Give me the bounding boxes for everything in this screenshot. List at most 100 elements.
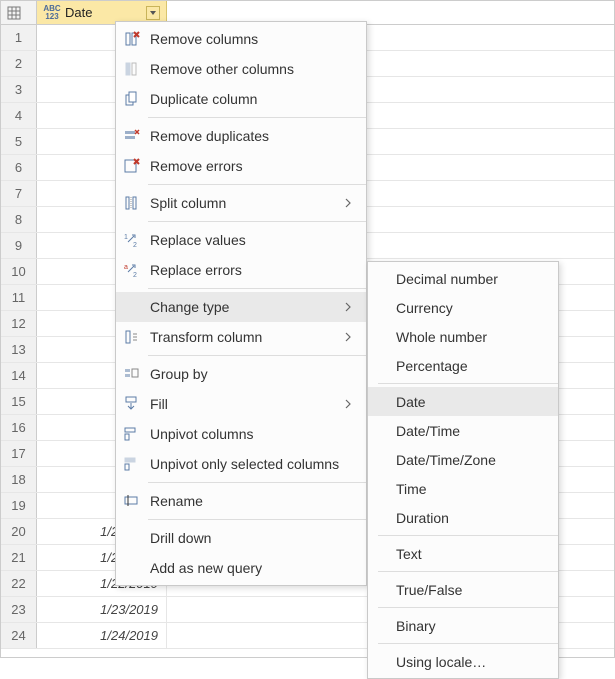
menu-separator <box>378 607 558 608</box>
menu-label: Group by <box>150 366 356 382</box>
menu-label: Remove duplicates <box>150 128 356 144</box>
column-filter-dropdown[interactable] <box>146 6 160 20</box>
row-number[interactable]: 6 <box>1 155 37 180</box>
menu-replace-values[interactable]: 12 Replace values <box>116 225 366 255</box>
type-using-locale[interactable]: Using locale… <box>368 647 558 676</box>
row-number[interactable]: 7 <box>1 181 37 206</box>
row-number[interactable]: 13 <box>1 337 37 362</box>
svg-text:a: a <box>124 264 128 271</box>
menu-rename[interactable]: Rename <box>116 486 366 516</box>
chevron-right-icon <box>344 197 356 209</box>
menu-drill-down[interactable]: Drill down <box>116 523 366 553</box>
type-binary[interactable]: Binary <box>368 611 558 640</box>
menu-duplicate-column[interactable]: Duplicate column <box>116 84 366 114</box>
row-number-header[interactable] <box>1 1 37 24</box>
menu-separator <box>378 643 558 644</box>
menu-label: Replace values <box>150 232 356 248</box>
menu-remove-errors[interactable]: Remove errors <box>116 151 366 181</box>
menu-remove-columns[interactable]: Remove columns <box>116 24 366 54</box>
menu-unpivot-columns[interactable]: Unpivot columns <box>116 419 366 449</box>
chevron-right-icon <box>344 331 356 343</box>
row-number[interactable]: 23 <box>1 597 37 622</box>
cell-date[interactable]: 1/23/2019 <box>37 597 167 622</box>
menu-label: Duration <box>396 510 548 526</box>
blank-icon <box>122 558 142 578</box>
column-context-menu: Remove columns Remove other columns Dupl… <box>115 21 367 586</box>
row-number[interactable]: 2 <box>1 51 37 76</box>
menu-label: Date <box>396 394 548 410</box>
menu-replace-errors[interactable]: a2 Replace errors <box>116 255 366 285</box>
row-number[interactable]: 3 <box>1 77 37 102</box>
menu-transform-column[interactable]: Transform column <box>116 322 366 352</box>
row-number[interactable]: 20 <box>1 519 37 544</box>
row-number[interactable]: 21 <box>1 545 37 570</box>
data-type-icon[interactable]: ABC 123 <box>43 5 61 21</box>
fill-icon <box>122 394 142 414</box>
type-currency[interactable]: Currency <box>368 293 558 322</box>
type-datetimezone[interactable]: Date/Time/Zone <box>368 445 558 474</box>
menu-separator <box>148 221 366 222</box>
row-number[interactable]: 1 <box>1 25 37 50</box>
type-decimal-number[interactable]: Decimal number <box>368 264 558 293</box>
rename-icon <box>122 491 142 511</box>
menu-label: Remove other columns <box>150 61 356 77</box>
row-number[interactable]: 9 <box>1 233 37 258</box>
duplicate-column-icon <box>122 89 142 109</box>
type-duration[interactable]: Duration <box>368 503 558 532</box>
menu-remove-duplicates[interactable]: Remove duplicates <box>116 121 366 151</box>
type-date[interactable]: Date <box>368 387 558 416</box>
menu-unpivot-selected[interactable]: Unpivot only selected columns <box>116 449 366 479</box>
change-type-submenu: Decimal number Currency Whole number Per… <box>367 261 559 679</box>
row-number[interactable]: 17 <box>1 441 37 466</box>
menu-label: Decimal number <box>396 271 548 287</box>
table-icon <box>7 6 21 20</box>
row-number[interactable]: 19 <box>1 493 37 518</box>
type-text[interactable]: Text <box>368 539 558 568</box>
type-time[interactable]: Time <box>368 474 558 503</box>
menu-label: Drill down <box>150 530 356 546</box>
type-percentage[interactable]: Percentage <box>368 351 558 380</box>
menu-label: Rename <box>150 493 356 509</box>
group-by-icon <box>122 364 142 384</box>
unpivot-icon <box>122 424 142 444</box>
menu-label: Fill <box>150 396 336 412</box>
type-datetime[interactable]: Date/Time <box>368 416 558 445</box>
row-number[interactable]: 5 <box>1 129 37 154</box>
row-number[interactable]: 14 <box>1 363 37 388</box>
menu-split-column[interactable]: Split column <box>116 188 366 218</box>
menu-change-type[interactable]: Change type <box>116 292 366 322</box>
remove-errors-icon <box>122 156 142 176</box>
row-number[interactable]: 12 <box>1 311 37 336</box>
menu-remove-other-columns[interactable]: Remove other columns <box>116 54 366 84</box>
cell-date[interactable]: 1/24/2019 <box>37 623 167 648</box>
row-number[interactable]: 24 <box>1 623 37 648</box>
menu-label: Date/Time <box>396 423 548 439</box>
row-number[interactable]: 4 <box>1 103 37 128</box>
menu-separator <box>148 482 366 483</box>
menu-label: Split column <box>150 195 336 211</box>
menu-label: Unpivot only selected columns <box>150 456 356 472</box>
remove-other-columns-icon <box>122 59 142 79</box>
menu-label: Transform column <box>150 329 336 345</box>
row-number[interactable]: 8 <box>1 207 37 232</box>
row-number[interactable]: 16 <box>1 415 37 440</box>
menu-label: Time <box>396 481 548 497</box>
menu-fill[interactable]: Fill <box>116 389 366 419</box>
type-true-false[interactable]: True/False <box>368 575 558 604</box>
remove-columns-icon <box>122 29 142 49</box>
menu-separator <box>148 288 366 289</box>
split-column-icon <box>122 193 142 213</box>
row-number[interactable]: 18 <box>1 467 37 492</box>
menu-label: Unpivot columns <box>150 426 356 442</box>
chevron-right-icon <box>344 301 356 313</box>
menu-label: Using locale… <box>396 654 548 670</box>
row-number[interactable]: 10 <box>1 259 37 284</box>
chevron-right-icon <box>344 398 356 410</box>
menu-group-by[interactable]: Group by <box>116 359 366 389</box>
row-number[interactable]: 22 <box>1 571 37 596</box>
type-whole-number[interactable]: Whole number <box>368 322 558 351</box>
row-number[interactable]: 11 <box>1 285 37 310</box>
row-number[interactable]: 15 <box>1 389 37 414</box>
menu-separator <box>148 117 366 118</box>
menu-add-as-new-query[interactable]: Add as new query <box>116 553 366 583</box>
